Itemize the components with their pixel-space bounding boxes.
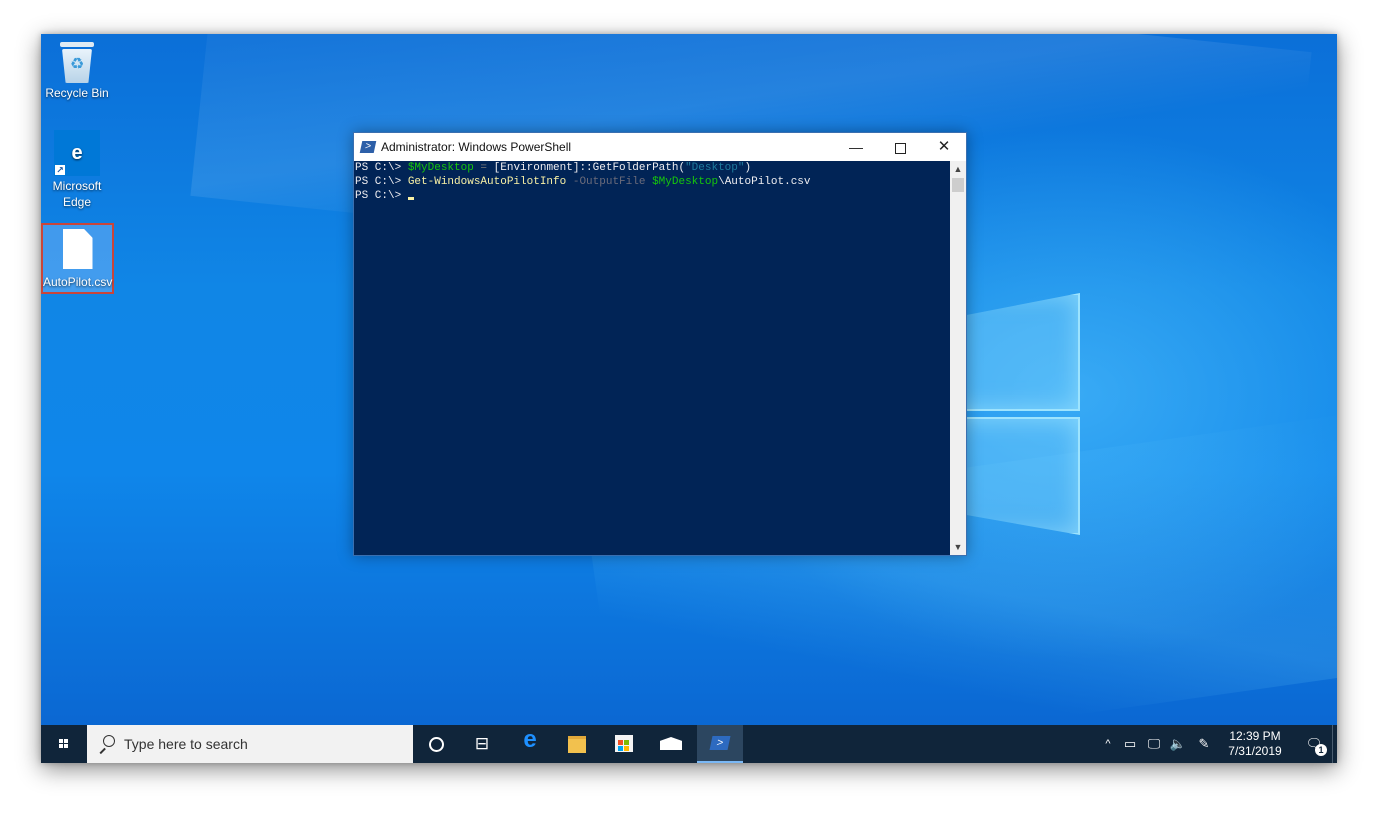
desktop-icon-recycle-bin[interactable]: ♻ Recycle Bin	[41, 38, 113, 101]
csv-file-icon	[62, 229, 93, 269]
windows-start-icon	[59, 739, 69, 749]
minimize-button[interactable]: —	[834, 133, 878, 161]
search-icon	[97, 735, 115, 754]
console-line: PS C:\>	[355, 189, 949, 203]
network-icon[interactable]: 🖵	[1143, 725, 1165, 763]
powershell-icon: >	[359, 141, 377, 153]
operator-token: =	[473, 162, 494, 174]
task-view-button[interactable]: ⊟	[459, 725, 505, 763]
text-cursor	[407, 197, 414, 200]
desktop-icon-edge[interactable]: e ↗ Microsoft Edge	[41, 130, 113, 210]
clock-time: 12:39 PM	[1229, 729, 1281, 743]
shortcut-arrow-icon: ↗	[55, 165, 65, 175]
clock[interactable]: 12:39 PM 7/31/2019	[1219, 725, 1291, 763]
cortana-icon	[429, 737, 444, 752]
window-title: Administrator: Windows PowerShell	[381, 140, 572, 154]
scroll-thumb[interactable]	[952, 178, 964, 192]
method-token: [Environment]::GetFolderPath(	[493, 162, 686, 174]
file-explorer-icon	[568, 736, 586, 753]
store-icon	[615, 735, 633, 752]
battery-icon[interactable]: ▭	[1119, 725, 1141, 763]
taskbar-store-button[interactable]	[601, 725, 647, 763]
parameter-token: -OutputFile	[566, 176, 653, 188]
edge-icon: e ↗	[54, 130, 100, 176]
desktop-screen: ♻ Recycle Bin e ↗ Microsoft Edge AutoPil…	[41, 34, 1337, 763]
desktop-icon-label: Microsoft Edge	[52, 179, 102, 209]
vertical-scrollbar[interactable]: ▲ ▼	[950, 161, 966, 555]
recycle-bin-icon	[60, 42, 94, 47]
variable-token: $MyDesktop	[407, 162, 474, 174]
taskbar-edge-button[interactable]: e	[507, 725, 553, 763]
command-token: Get-WindowsAutoPilotInfo	[407, 176, 567, 188]
pen-workspace-icon[interactable]: ✎	[1193, 725, 1215, 763]
desktop-icon-label: AutoPilot.csv	[43, 275, 113, 289]
taskbar-mail-button[interactable]	[649, 725, 695, 763]
prompt: PS C:\>	[355, 176, 408, 188]
search-placeholder: Type here to search	[124, 736, 248, 752]
volume-icon[interactable]: 🔈	[1167, 725, 1189, 763]
taskbar: Type here to search ⊟ e > ^ ▭ 🖵 🔈 ✎ 12:3…	[41, 725, 1337, 763]
task-view-icon: ⊟	[474, 734, 490, 753]
show-desktop-button[interactable]	[1332, 725, 1337, 763]
console-line: PS C:\> Get-WindowsAutoPilotInfo -Output…	[355, 175, 949, 189]
notification-count-badge: 1	[1315, 744, 1327, 756]
scroll-up-button[interactable]: ▲	[950, 161, 966, 177]
console-line: PS C:\> $MyDesktop = [Environment]::GetF…	[355, 161, 949, 175]
prompt: PS C:\>	[355, 162, 408, 174]
system-tray: ^ ▭ 🖵 🔈 ✎ 12:39 PM 7/31/2019 🗨 1	[1037, 725, 1337, 763]
taskbar-search-box[interactable]: Type here to search	[87, 725, 413, 763]
console-output[interactable]: PS C:\> $MyDesktop = [Environment]::GetF…	[354, 161, 950, 555]
action-center-button[interactable]: 🗨 1	[1299, 725, 1329, 763]
string-token: "Desktop"	[685, 162, 745, 174]
maximize-button[interactable]	[878, 133, 922, 161]
clock-date: 7/31/2019	[1228, 744, 1282, 758]
taskbar-powershell-button[interactable]: >	[697, 725, 743, 763]
cortana-button[interactable]	[413, 725, 459, 763]
path-token: \AutoPilot.csv	[718, 176, 811, 188]
paren-token: )	[744, 162, 752, 174]
prompt: PS C:\>	[355, 190, 408, 202]
recycle-bin-icon-body: ♻	[62, 49, 92, 83]
variable-token: $MyDesktop	[652, 176, 719, 188]
desktop-icon-label: Recycle Bin	[45, 86, 109, 100]
powershell-window[interactable]: > Administrator: Windows PowerShell — ✕ …	[353, 132, 967, 556]
window-titlebar[interactable]: > Administrator: Windows PowerShell — ✕	[354, 133, 966, 161]
edge-icon: e	[523, 726, 537, 753]
start-button[interactable]	[41, 725, 87, 763]
maximize-icon	[894, 142, 906, 154]
scroll-down-button[interactable]: ▼	[950, 539, 966, 555]
powershell-icon: >	[709, 736, 731, 750]
taskbar-file-explorer-button[interactable]	[554, 725, 600, 763]
show-hidden-icons-button[interactable]: ^	[1099, 725, 1117, 763]
desktop-icon-autopilot-csv[interactable]: AutoPilot.csv	[41, 223, 114, 294]
mail-icon	[660, 737, 682, 750]
close-button[interactable]: ✕	[922, 133, 966, 161]
